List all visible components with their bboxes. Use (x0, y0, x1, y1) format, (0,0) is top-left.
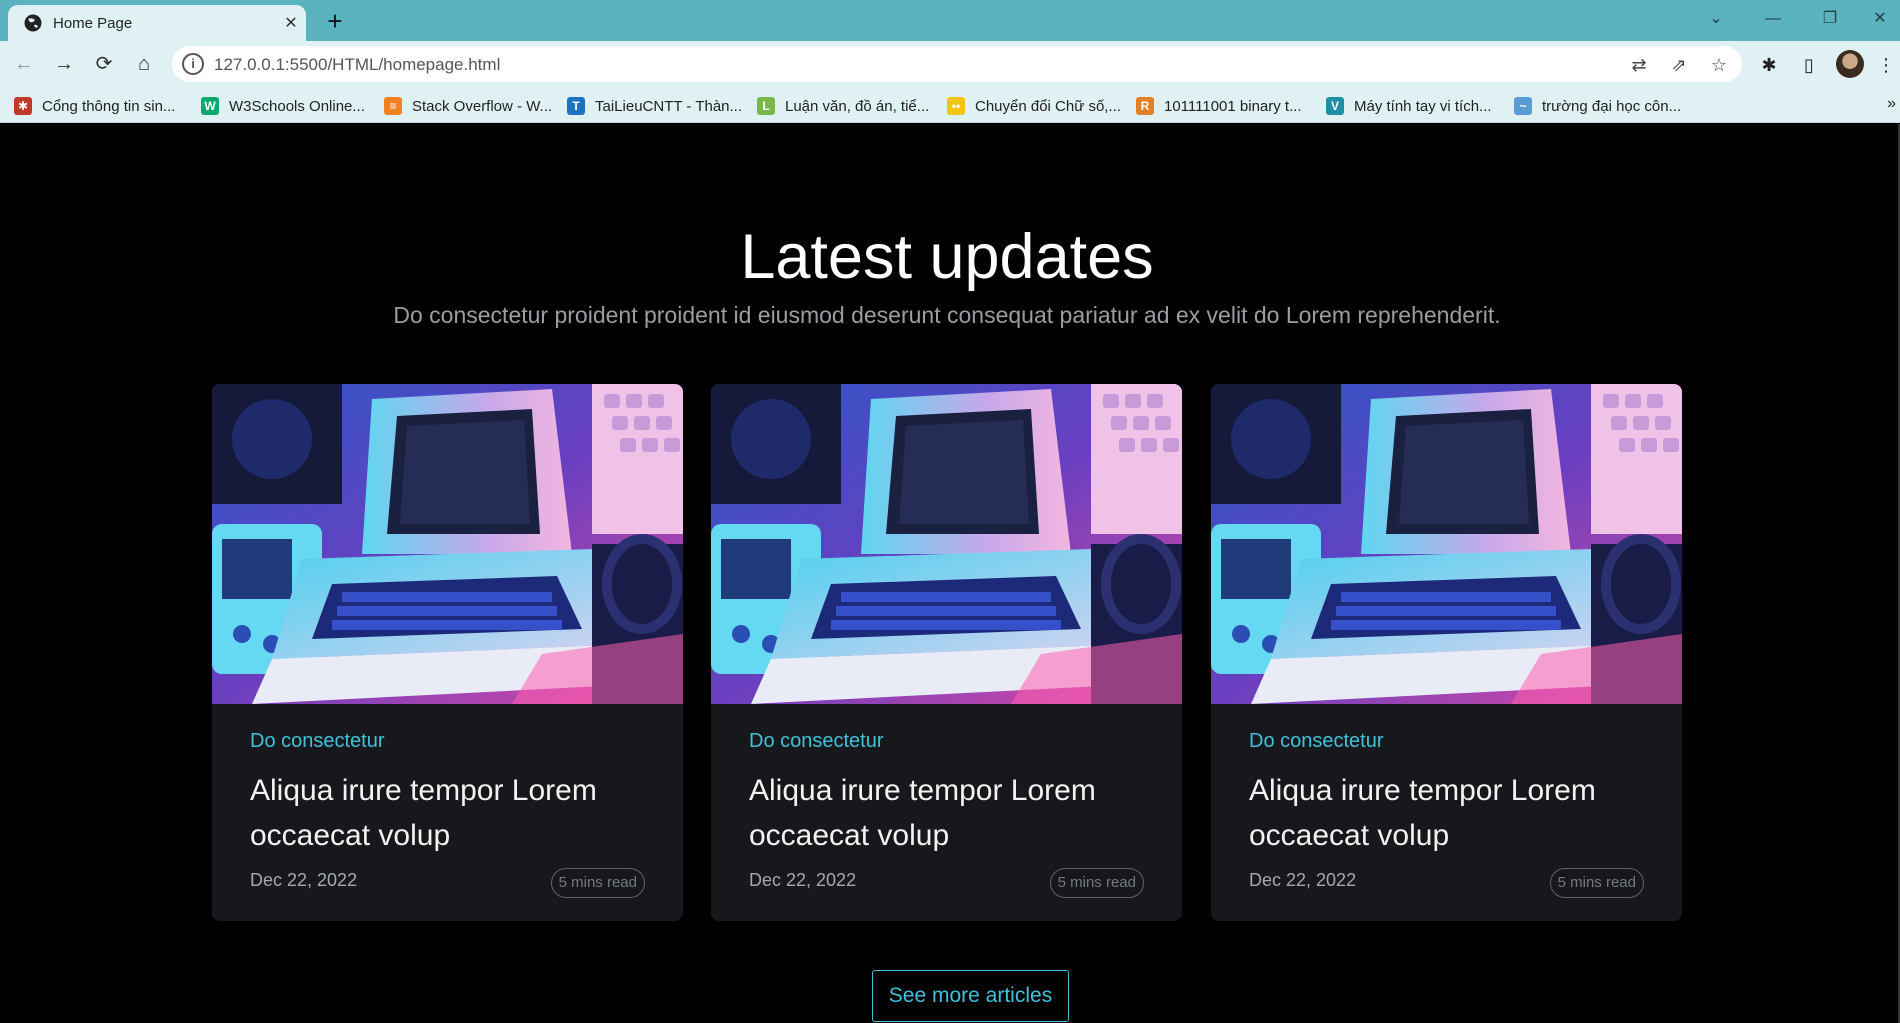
bookmark-label: 101111001 binary t... (1164, 97, 1302, 115)
bookmark-favicon-icon: •• (947, 97, 965, 115)
restore-button[interactable]: ❐ (1810, 4, 1850, 34)
article-card[interactable]: Do consectetur Aliqua irure tempor Lorem… (711, 384, 1182, 921)
tab-title: Home Page (53, 14, 133, 32)
address-bar[interactable]: i 127.0.0.1:5500/HTML/homepage.html ⇄ ⇗ … (172, 46, 1742, 82)
read-time-badge: 5 mins read (1549, 868, 1644, 898)
read-time-badge: 5 mins read (1049, 868, 1144, 898)
side-panel-icon[interactable]: ▯ (1794, 50, 1824, 80)
browser-toolbar: ← → ⟳ ⌂ i 127.0.0.1:5500/HTML/homepage.h… (0, 41, 1900, 88)
forward-button[interactable]: → (48, 48, 80, 80)
bookmark-favicon-icon: ✱ (14, 97, 32, 115)
bookmark-item[interactable]: R 101111001 binary t... (1136, 95, 1302, 117)
see-more-articles-button[interactable]: See more articles (872, 970, 1069, 1022)
bookmark-label: trường đại học côn... (1542, 97, 1682, 115)
globe-icon (24, 14, 42, 32)
tab-search-chevron-icon[interactable]: ⌄ (1696, 4, 1736, 34)
article-image (212, 384, 683, 704)
bookmarks-overflow-icon[interactable]: » (1887, 95, 1896, 113)
bookmark-item[interactable]: L Luận văn, đồ án, tiể... (757, 95, 929, 117)
bookmark-item[interactable]: •• Chuyển đổi Chữ số,... (947, 95, 1121, 117)
article-image (1211, 384, 1682, 704)
section-subtitle: Do consectetur proident proident id eius… (393, 302, 1501, 328)
article-card[interactable]: Do consectetur Aliqua irure tempor Lorem… (212, 384, 683, 921)
article-category[interactable]: Do consectetur (250, 730, 385, 753)
bookmark-item[interactable]: V Máy tính tay vi tích... (1326, 95, 1492, 117)
bookmark-label: Chuyển đổi Chữ số,... (975, 97, 1121, 115)
article-category[interactable]: Do consectetur (749, 730, 884, 753)
bookmarks-bar: ✱ Cổng thông tin sin... W W3Schools Online.… (0, 88, 1900, 123)
site-info-icon[interactable]: i (182, 53, 204, 75)
bookmark-favicon-icon: ≡ (384, 97, 402, 115)
bookmark-label: TaiLieuCNTT - Thàn... (595, 97, 743, 115)
bookmark-label: Luận văn, đồ án, tiể... (785, 97, 930, 115)
article-title[interactable]: Aliqua irure tempor Lorem occaecat volup (250, 768, 650, 858)
bookmark-favicon-icon: L (757, 97, 775, 115)
article-title[interactable]: Aliqua irure tempor Lorem occaecat volup (749, 768, 1149, 858)
bookmark-label: Máy tính tay vi tích... (1354, 97, 1492, 115)
bookmark-label: Stack Overflow - W... (412, 97, 553, 115)
bookmark-item[interactable]: ~ trường đại học côn... (1514, 95, 1681, 117)
article-date: Dec 22, 2022 (1249, 870, 1357, 890)
back-button[interactable]: ← (8, 48, 40, 80)
browser-tab[interactable]: Home Page ✕ (8, 5, 306, 41)
translate-icon[interactable]: ⇄ (1626, 52, 1652, 78)
bookmark-item[interactable]: ≡ Stack Overflow - W... (384, 95, 552, 117)
bookmark-favicon-icon: W (201, 97, 219, 115)
reload-button[interactable]: ⟳ (88, 48, 120, 80)
bookmark-item[interactable]: ✱ Cổng thông tin sin... (14, 95, 175, 117)
close-tab-icon[interactable]: ✕ (276, 13, 306, 33)
share-icon[interactable]: ⇗ (1666, 52, 1692, 78)
bookmark-label: Cổng thông tin sin... (42, 97, 176, 115)
bookmark-favicon-icon: V (1326, 97, 1344, 115)
minimize-button[interactable]: — (1753, 4, 1793, 34)
article-title[interactable]: Aliqua irure tempor Lorem occaecat volup (1249, 768, 1649, 858)
bookmark-favicon-icon: ~ (1514, 97, 1532, 115)
section-title: Latest updates (740, 222, 1154, 292)
bookmark-favicon-icon: T (567, 97, 585, 115)
extensions-icon[interactable]: ✱ (1754, 50, 1784, 80)
profile-avatar[interactable] (1836, 50, 1864, 78)
bookmark-label: W3Schools Online... (229, 97, 365, 115)
home-button[interactable]: ⌂ (128, 48, 160, 80)
bookmark-item[interactable]: T TaiLieuCNTT - Thàn... (567, 95, 742, 117)
close-window-button[interactable]: ✕ (1860, 4, 1900, 34)
article-image (711, 384, 1182, 704)
menu-icon[interactable]: ⋮ (1874, 50, 1898, 80)
article-date: Dec 22, 2022 (749, 870, 857, 890)
article-date: Dec 22, 2022 (250, 870, 358, 890)
bookmark-star-icon[interactable]: ☆ (1706, 52, 1732, 78)
article-card[interactable]: Do consectetur Aliqua irure tempor Lorem… (1211, 384, 1682, 921)
bookmark-item[interactable]: W W3Schools Online... (201, 95, 365, 117)
article-category[interactable]: Do consectetur (1249, 730, 1384, 753)
bookmark-favicon-icon: R (1136, 97, 1154, 115)
url-text[interactable]: 127.0.0.1:5500/HTML/homepage.html (214, 55, 500, 75)
browser-tab-strip: Home Page ✕ + ⌄ — ❐ ✕ (0, 0, 1900, 41)
new-tab-button[interactable]: + (320, 8, 350, 34)
read-time-badge: 5 mins read (550, 868, 645, 898)
